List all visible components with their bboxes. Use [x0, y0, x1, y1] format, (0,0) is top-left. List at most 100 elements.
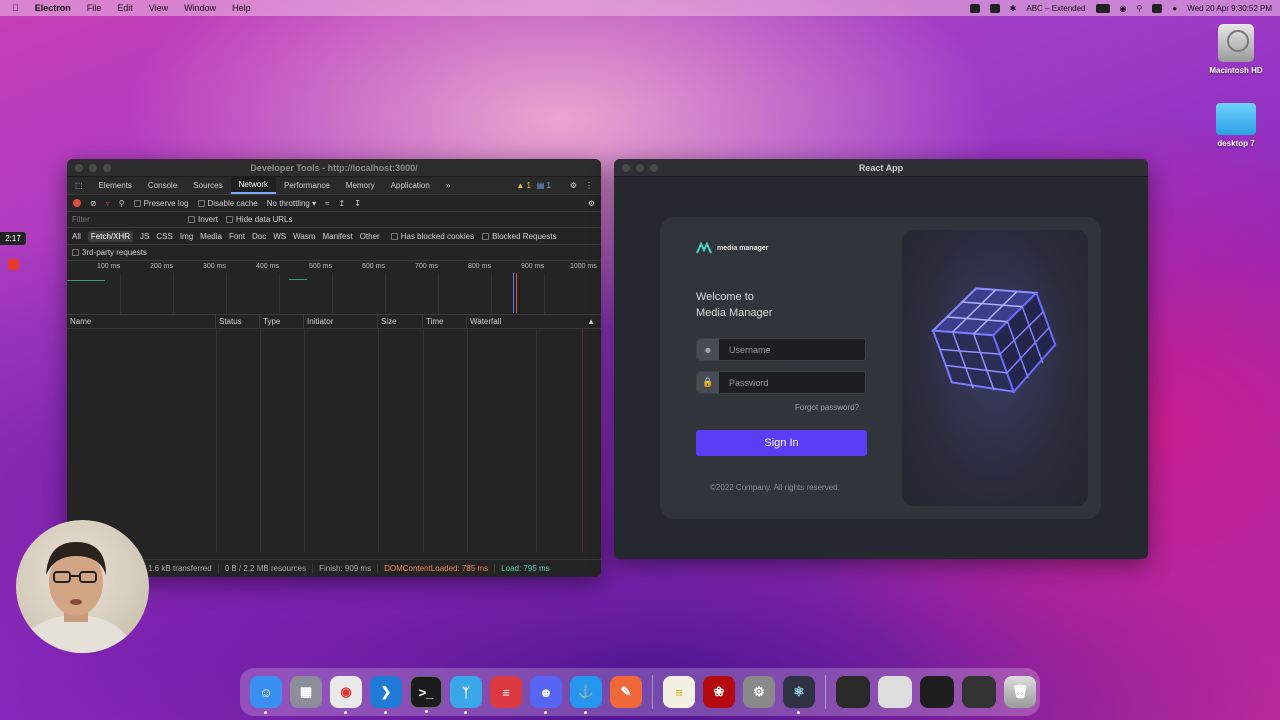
close-button[interactable] — [75, 164, 83, 172]
vscode-icon[interactable]: ❯ — [370, 676, 402, 714]
warning-icon[interactable]: ▲ 1 — [516, 181, 531, 190]
clear-icon[interactable]: ⊘ — [90, 199, 97, 208]
type-all[interactable]: All — [72, 232, 81, 241]
inspect-icon[interactable]: ⬚ — [67, 177, 91, 194]
column-initiator[interactable]: Initiator — [304, 315, 378, 328]
blocked-requests-checkbox[interactable]: Blocked Requests — [482, 232, 557, 241]
type-wasm[interactable]: Wasm — [293, 232, 315, 241]
network-overview-timeline[interactable]: 100 ms 200 ms 300 ms 400 ms 500 ms 600 m… — [67, 261, 601, 315]
electron-icon[interactable]: ⚛ — [783, 676, 815, 714]
acrobat-icon[interactable]: ❀ — [703, 676, 735, 708]
expressvpn-icon[interactable]: ≡ — [490, 676, 522, 708]
zoom-button[interactable] — [650, 164, 658, 172]
apple-icon[interactable]:  — [12, 3, 19, 13]
has-blocked-cookies-checkbox[interactable]: Has blocked cookies — [390, 232, 474, 241]
docker-icon[interactable]: ⚓ — [570, 676, 602, 714]
window-thumbnail-2[interactable] — [878, 676, 912, 708]
menu-help[interactable]: Help — [232, 3, 251, 13]
react-app-titlebar[interactable]: React App — [614, 159, 1148, 177]
menu-edit[interactable]: Edit — [117, 3, 133, 13]
devtools-titlebar[interactable]: Developer Tools - http://localhost:3000/ — [67, 159, 601, 177]
clock[interactable]: Wed 20 Apr 9:30:52 PM — [1187, 4, 1272, 13]
notes-icon[interactable]: ≡ — [663, 676, 695, 708]
window-thumbnail-3[interactable] — [920, 676, 954, 708]
type-media[interactable]: Media — [200, 232, 222, 241]
gear-status-icon[interactable] — [969, 3, 980, 13]
username-input[interactable] — [719, 344, 859, 355]
type-ws[interactable]: WS — [273, 232, 286, 241]
discord-icon[interactable]: ☻ — [530, 676, 562, 714]
type-css[interactable]: CSS — [156, 232, 172, 241]
menu-window[interactable]: Window — [184, 3, 216, 13]
type-other[interactable]: Other — [360, 232, 380, 241]
column-status[interactable]: Status — [216, 315, 260, 328]
export-har-icon[interactable]: ↧ — [354, 199, 361, 208]
kebab-menu-icon[interactable]: ⋮ — [585, 181, 593, 190]
menu-view[interactable]: View — [149, 3, 168, 13]
stop-recording-button[interactable] — [8, 259, 19, 270]
minimize-button[interactable] — [89, 164, 97, 172]
tab-console[interactable]: Console — [140, 177, 185, 194]
column-size[interactable]: Size — [378, 315, 423, 328]
tab-elements[interactable]: Elements — [91, 177, 140, 194]
third-party-checkbox[interactable]: 3rd-party requests — [72, 248, 147, 257]
column-type[interactable]: Type — [260, 315, 304, 328]
control-center-icon[interactable] — [1152, 3, 1163, 13]
filter-input[interactable] — [72, 215, 184, 224]
paw-icon[interactable]: ✎ — [610, 676, 642, 708]
settings-gear-icon[interactable]: ⚙ — [570, 181, 577, 190]
window-thumbnail-1[interactable] — [836, 676, 870, 708]
column-name[interactable]: Name — [67, 315, 216, 328]
request-table-body[interactable] — [67, 329, 601, 552]
sign-in-button[interactable]: Sign In — [696, 430, 867, 456]
terminal-icon[interactable]: >_ — [410, 676, 442, 713]
tab-memory[interactable]: Memory — [338, 177, 383, 194]
type-fetch-xhr[interactable]: Fetch/XHR — [87, 230, 134, 242]
shortcut-status-icon[interactable] — [989, 3, 1000, 13]
close-button[interactable] — [622, 164, 630, 172]
menu-file[interactable]: File — [87, 3, 102, 13]
siri-icon[interactable]: ● — [1172, 4, 1177, 13]
filter-icon[interactable]: ▿ — [106, 199, 110, 208]
desktop-icon-macintosh-hd[interactable]: Macintosh HD — [1201, 24, 1271, 75]
tab-performance[interactable]: Performance — [276, 177, 338, 194]
tab-application[interactable]: Application — [383, 177, 438, 194]
window-thumbnail-4[interactable] — [962, 676, 996, 708]
type-js[interactable]: JS — [140, 232, 149, 241]
minimize-button[interactable] — [636, 164, 644, 172]
finder-icon[interactable]: ☺ — [250, 676, 282, 714]
fork-icon[interactable]: ᛉ — [450, 676, 482, 714]
column-waterfall[interactable]: Waterfall ▲ — [467, 315, 601, 328]
app-menu-electron[interactable]: Electron — [35, 3, 71, 13]
chrome-icon[interactable]: ◉ — [330, 676, 362, 714]
import-har-icon[interactable]: ↥ — [339, 199, 346, 208]
spotlight-icon[interactable]: ⚲ — [1137, 4, 1143, 13]
bluetooth-icon[interactable]: ✱ — [1010, 4, 1017, 13]
type-font[interactable]: Font — [229, 232, 245, 241]
trash-icon[interactable]: 🗑 — [1004, 676, 1036, 708]
desktop-icon-desktop-7[interactable]: desktop 7 — [1201, 103, 1271, 148]
network-conditions-icon[interactable]: ≈ — [325, 199, 329, 208]
record-icon[interactable] — [73, 199, 81, 207]
tab-network[interactable]: Network — [230, 177, 276, 194]
preserve-log-checkbox[interactable]: Preserve log — [133, 199, 189, 208]
forgot-password-link[interactable]: Forgot password? — [795, 403, 859, 412]
password-input[interactable] — [719, 377, 859, 388]
tab-sources[interactable]: Sources — [185, 177, 230, 194]
type-img[interactable]: Img — [180, 232, 193, 241]
type-manifest[interactable]: Manifest — [322, 232, 352, 241]
search-icon[interactable]: ⚲ — [119, 199, 125, 208]
type-doc[interactable]: Doc — [252, 232, 266, 241]
more-tabs-button[interactable]: » — [438, 177, 458, 194]
zoom-button[interactable] — [103, 164, 111, 172]
wifi-icon[interactable]: ◉ — [1120, 4, 1127, 13]
invert-checkbox[interactable]: Invert — [188, 215, 218, 224]
system-preferences-icon[interactable]: ⚙ — [743, 676, 775, 708]
battery-icon[interactable] — [1095, 3, 1110, 13]
column-time[interactable]: Time — [423, 315, 467, 328]
network-settings-icon[interactable]: ⚙ — [588, 199, 595, 208]
input-source[interactable]: ABC – Extended — [1026, 4, 1085, 13]
hide-data-urls-checkbox[interactable]: Hide data URLs — [226, 215, 293, 224]
throttling-select[interactable]: No throttling ▾ — [267, 199, 316, 208]
disable-cache-checkbox[interactable]: Disable cache — [197, 199, 258, 208]
